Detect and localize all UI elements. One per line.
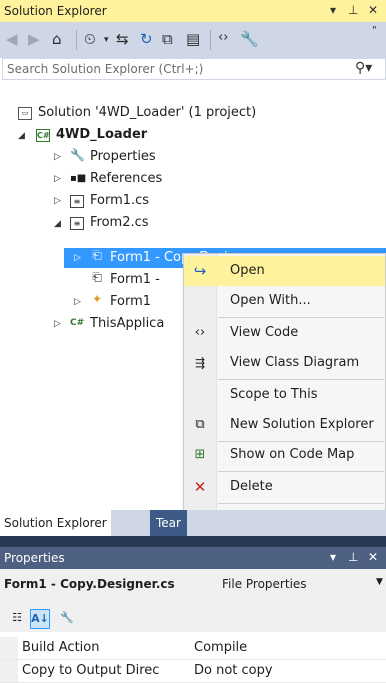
dropdown-icon[interactable]: ▾ bbox=[330, 550, 336, 564]
menu-item-label: Open With... bbox=[230, 293, 311, 308]
tree-item-label: ThisApplica bbox=[90, 316, 165, 331]
back-icon[interactable]: ◀ bbox=[6, 30, 18, 48]
refresh-icon[interactable]: ↻ bbox=[140, 30, 153, 48]
menu-item-new-solution-explorer[interactable]: ⧉ New Solution Explorer bbox=[184, 410, 385, 440]
search-icon[interactable]: ⚲▾ bbox=[355, 60, 372, 76]
references-icon: ▪■ bbox=[70, 173, 87, 184]
collapse-all-icon[interactable]: ⧉ bbox=[162, 30, 173, 48]
property-key: Build Action bbox=[22, 637, 190, 659]
solution-icon: ▭ bbox=[18, 107, 32, 120]
property-pages-wrench-icon[interactable]: 🔧 bbox=[58, 609, 76, 627]
filter-dropdown-icon[interactable]: ▾ bbox=[104, 35, 109, 45]
dropdown-icon[interactable]: ▾ bbox=[330, 3, 336, 17]
code-map-icon: ⊞ bbox=[194, 447, 206, 462]
collapsed-arrow-icon[interactable]: ▷ bbox=[54, 146, 61, 168]
close-icon[interactable]: ✕ bbox=[368, 550, 378, 564]
object-kind: File Properties bbox=[222, 577, 307, 591]
property-row[interactable]: Copy to Output Direc Do not copy bbox=[0, 660, 386, 683]
collapsed-arrow-icon[interactable]: ▷ bbox=[54, 168, 61, 190]
panel-title: Properties bbox=[4, 551, 65, 565]
wrench-icon: 🔧 bbox=[70, 148, 85, 162]
categorized-icon[interactable]: ☷ bbox=[8, 609, 26, 627]
search-input[interactable]: Search Solution Explorer (Ctrl+;) bbox=[7, 62, 203, 76]
code-file-icon: ⎗ bbox=[92, 248, 102, 262]
search-box[interactable]: Search Solution Explorer (Ctrl+;) ⚲▾ bbox=[2, 58, 386, 80]
alphabetical-icon[interactable]: A↓ bbox=[30, 609, 50, 629]
collapsed-arrow-icon[interactable]: ▷ bbox=[54, 190, 61, 212]
toolbar-separator bbox=[76, 30, 77, 50]
tree-item-label: Form1.cs bbox=[90, 193, 150, 208]
collapsed-arrow-icon[interactable]: ▷ bbox=[54, 313, 61, 335]
menu-item-label: Scope to This bbox=[230, 387, 318, 402]
menu-item-open[interactable]: ↪ Open bbox=[184, 256, 385, 286]
solution-explorer-titlebar: Solution Explorer ▾ ⊥ ✕ bbox=[0, 0, 386, 22]
tab-solution-explorer[interactable]: Solution Explorer bbox=[0, 510, 111, 536]
object-name: Form1 - Copy.Designer.cs bbox=[4, 577, 175, 591]
code-file-icon: ⎗ bbox=[92, 270, 102, 284]
menu-item-label: New Solution Explorer bbox=[230, 417, 374, 432]
class-icon: ✦ bbox=[91, 292, 103, 306]
tab-strip: Solution Explorer Tear bbox=[0, 510, 386, 536]
new-solution-explorer-icon: ⧉ bbox=[195, 417, 205, 432]
show-all-files-icon[interactable]: ▤ bbox=[186, 30, 200, 48]
tree-item-label: References bbox=[90, 171, 163, 186]
tree-item-label: From2.cs bbox=[90, 215, 149, 230]
home-icon[interactable]: ⌂ bbox=[52, 30, 62, 48]
forward-icon[interactable]: ▶ bbox=[28, 30, 40, 48]
property-key: Copy to Output Direc bbox=[22, 660, 190, 682]
row-gutter bbox=[0, 637, 18, 659]
pending-changes-filter-icon[interactable]: ⏲ bbox=[84, 30, 96, 48]
tab-team-explorer[interactable]: Tear bbox=[150, 510, 187, 536]
menu-item-show-on-code-map[interactable]: ⊞ Show on Code Map bbox=[184, 440, 385, 470]
menu-item-label: Show on Code Map bbox=[230, 447, 355, 462]
panel-splitter[interactable] bbox=[0, 536, 386, 547]
tree-item-label: Form1 bbox=[110, 294, 152, 309]
property-grid: Build Action Compile Copy to Output Dire… bbox=[0, 632, 386, 683]
menu-item-delete[interactable]: ✕ Delete bbox=[184, 472, 385, 502]
tree-item-label: Solution '4WD_Loader' (1 project) bbox=[38, 105, 257, 120]
collapsed-arrow-icon[interactable]: ▷ bbox=[74, 291, 81, 313]
property-value[interactable]: Do not copy bbox=[194, 660, 273, 682]
properties-object-selector[interactable]: Form1 - Copy.Designer.cs File Properties… bbox=[0, 569, 386, 605]
tree-item-label: 4WD_Loader bbox=[56, 127, 148, 142]
csharp-project-icon: C# bbox=[36, 129, 50, 142]
form-file-icon: ≡ bbox=[70, 195, 84, 208]
view-code-icon: ‹› bbox=[194, 325, 206, 340]
property-value[interactable]: Compile bbox=[194, 637, 247, 659]
chevron-down-icon[interactable]: ▼ bbox=[376, 577, 383, 587]
menu-item-scope-to-this[interactable]: Scope to This bbox=[184, 380, 385, 410]
menu-item-open-with[interactable]: Open With... bbox=[184, 286, 385, 316]
form-file-icon: ≡ bbox=[70, 217, 84, 230]
view-code-icon[interactable]: ‹› bbox=[218, 30, 228, 45]
pin-icon[interactable]: ⊥ bbox=[348, 3, 358, 17]
delete-x-icon: ✕ bbox=[193, 478, 207, 496]
menu-item-label: View Code bbox=[230, 325, 299, 340]
class-diagram-icon: ⇶ bbox=[194, 356, 206, 370]
menu-item-label: View Class Diagram bbox=[230, 355, 360, 370]
expanded-arrow-icon[interactable]: ◢ bbox=[54, 213, 61, 235]
menu-item-label: Open bbox=[230, 263, 265, 278]
row-gutter bbox=[0, 660, 18, 682]
sync-with-document-icon[interactable]: ⇆ bbox=[116, 30, 129, 48]
tree-item-label: Form1 - bbox=[110, 272, 160, 287]
solution-explorer-toolbar: ◀ ▶ ⌂ ⏲ ▾ ⇆ ↻ ⧉ ▤ ‹› 🔧 " bbox=[0, 22, 386, 58]
expanded-arrow-icon[interactable]: ◢ bbox=[18, 125, 25, 147]
csharp-file-icon: C# bbox=[70, 318, 85, 328]
toolbar-overflow-icon[interactable]: " bbox=[372, 25, 377, 36]
tree-item-label: Properties bbox=[90, 149, 156, 164]
menu-item-view-class-diagram[interactable]: ⇶ View Class Diagram bbox=[184, 348, 385, 378]
pin-icon[interactable]: ⊥ bbox=[348, 550, 358, 564]
properties-wrench-icon[interactable]: 🔧 bbox=[240, 30, 259, 48]
properties-toolbar: ☷ A↓ 🔧 bbox=[0, 605, 386, 632]
context-menu: ↪ Open Open With... ‹› View Code ⇶ View … bbox=[183, 253, 386, 535]
close-icon[interactable]: ✕ bbox=[368, 3, 378, 17]
property-row[interactable]: Build Action Compile bbox=[0, 637, 386, 660]
properties-titlebar: Properties ▾ ⊥ ✕ bbox=[0, 547, 386, 569]
toolbar-separator bbox=[210, 30, 211, 50]
collapsed-arrow-icon[interactable]: ▷ bbox=[74, 247, 81, 269]
menu-item-label: Delete bbox=[230, 479, 273, 494]
panel-title: Solution Explorer bbox=[4, 4, 107, 18]
menu-item-view-code[interactable]: ‹› View Code bbox=[184, 318, 385, 348]
open-arrow-icon: ↪ bbox=[193, 262, 207, 280]
